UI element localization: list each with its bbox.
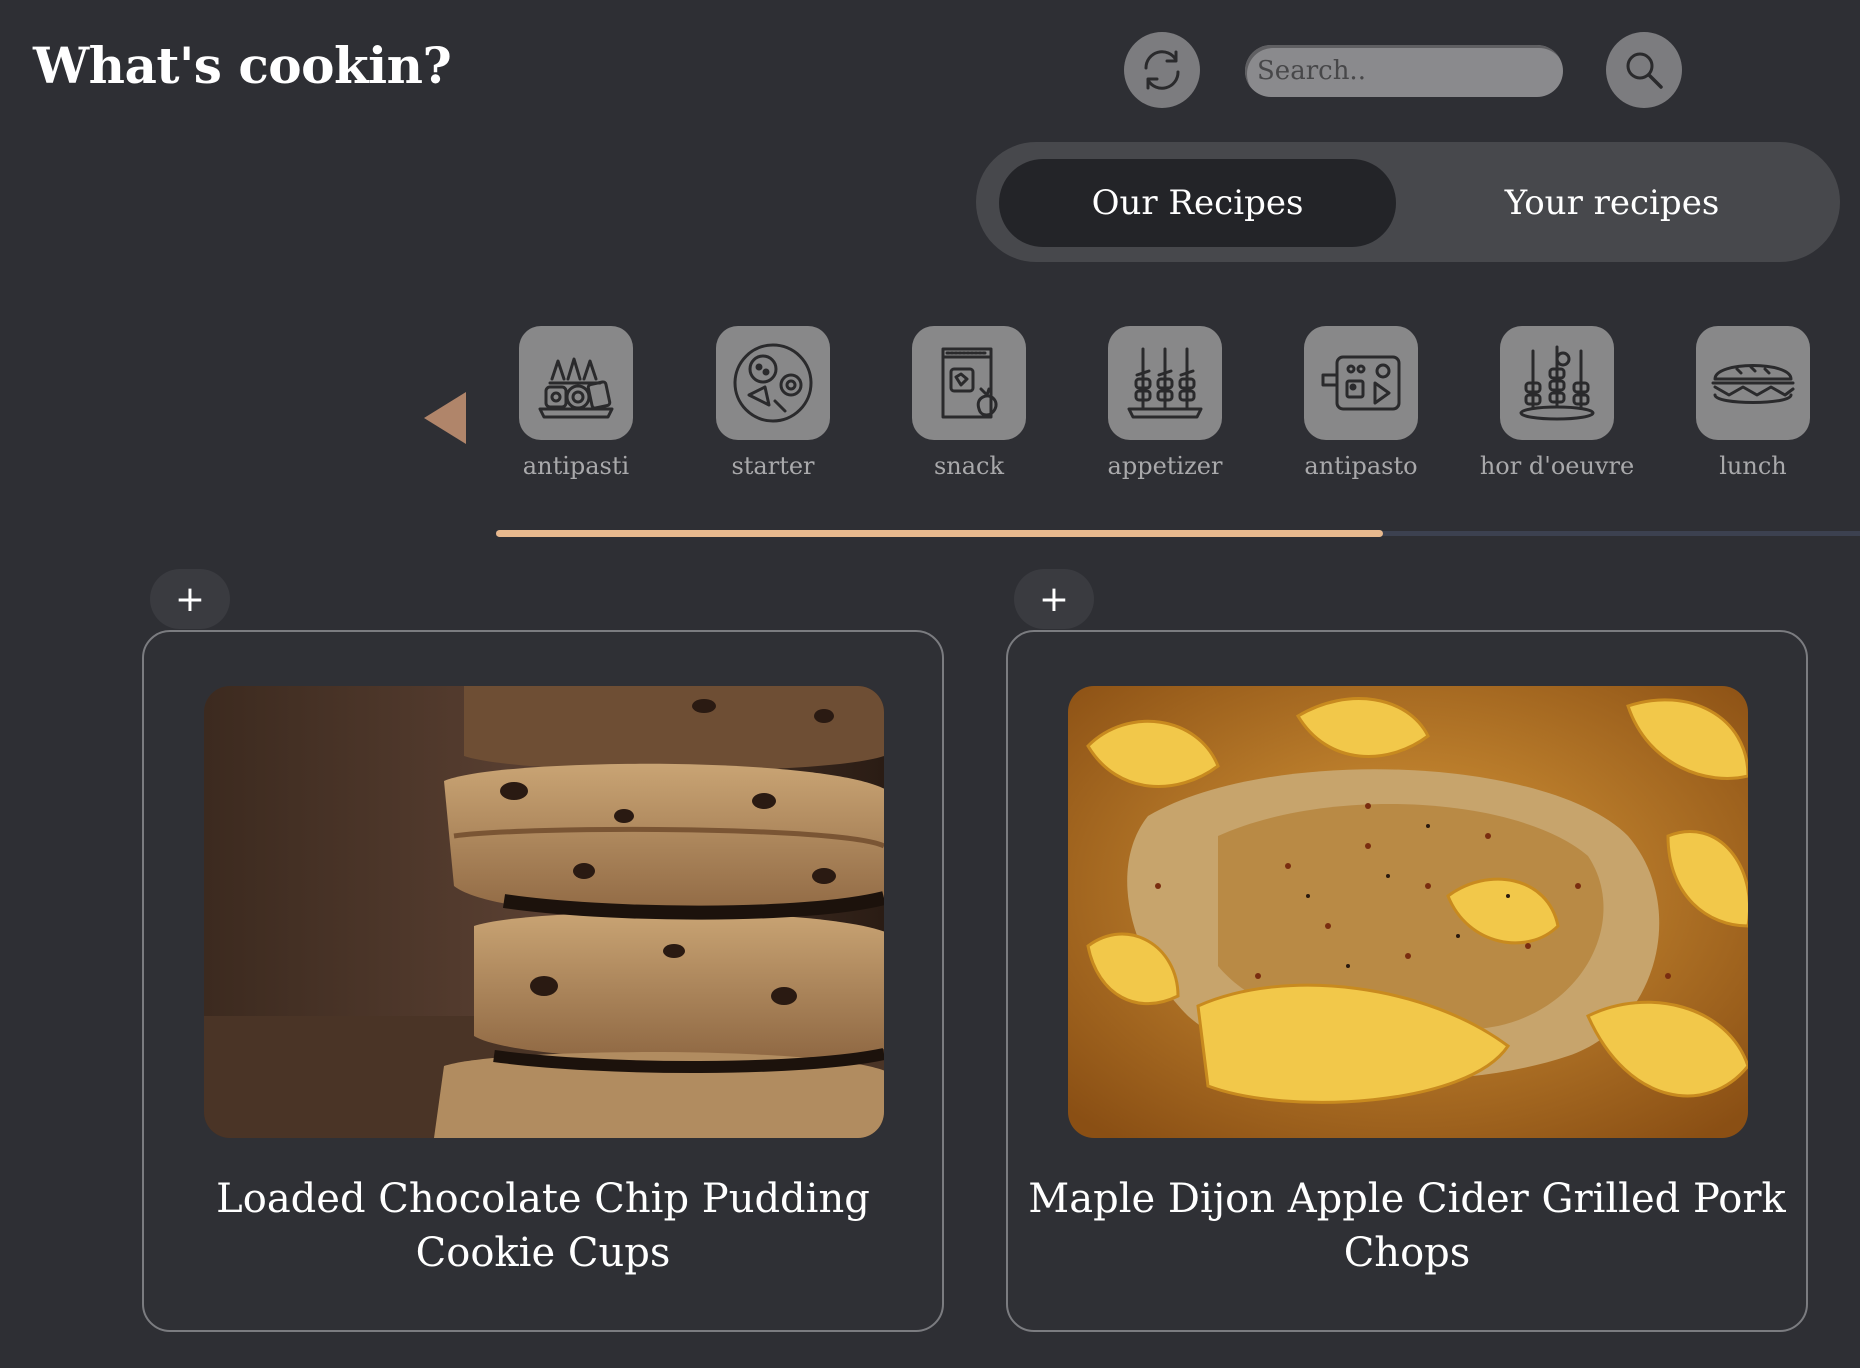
category-scroll-thumb[interactable] (496, 530, 1383, 537)
cookies-photo (204, 686, 884, 1138)
category-label: lunch (1719, 452, 1787, 480)
refresh-icon (1144, 50, 1180, 90)
recipe-card[interactable]: Maple Dijon Apple Cider Grilled Pork Cho… (1006, 630, 1808, 1332)
category-antipasti[interactable]: antipasti (501, 326, 651, 480)
category-snack[interactable]: snack (894, 326, 1044, 480)
category-label: hor d'oeuvre (1479, 452, 1635, 480)
refresh-button[interactable] (1124, 32, 1200, 108)
recipe-card[interactable]: Loaded Chocolate Chip Pudding Cookie Cup… (142, 630, 944, 1332)
antipasti-platter-icon (538, 357, 614, 419)
snack-bag-icon (941, 347, 998, 419)
add-recipe-button[interactable]: + (1014, 569, 1094, 629)
category-antipasto[interactable]: antipasto (1286, 326, 1436, 480)
sandwich-icon (1711, 364, 1795, 404)
pork-chops-photo (1068, 686, 1748, 1138)
recipe-title: Maple Dijon Apple Cider Grilled Pork Cho… (1028, 1176, 1786, 1276)
search-button[interactable] (1606, 32, 1682, 108)
category-label: starter (731, 452, 815, 480)
recipe-image[interactable] (1068, 686, 1748, 1138)
cutting-board-icon (1321, 355, 1401, 411)
category-lunch[interactable]: lunch (1678, 326, 1828, 480)
category-appetizer[interactable]: appetizer (1090, 326, 1240, 480)
skewers-icon (1127, 347, 1203, 419)
add-recipe-button[interactable]: + (150, 569, 230, 629)
search-input[interactable] (1245, 45, 1563, 97)
search-icon (1626, 52, 1663, 89)
category-label: snack (933, 452, 1005, 480)
app-title: What's cookin? (33, 36, 452, 95)
category-prev-button[interactable] (424, 392, 466, 444)
recipe-image[interactable] (204, 686, 884, 1138)
category-starter[interactable]: starter (698, 326, 848, 480)
tab-our-recipes[interactable]: Our Recipes (999, 159, 1396, 247)
tab-your-recipes[interactable]: Your recipes (1406, 159, 1818, 247)
starter-plate-icon (733, 343, 813, 423)
category-label: antipasti (522, 452, 630, 480)
category-label: antipasto (1304, 452, 1418, 480)
canape-tray-icon (1519, 345, 1595, 421)
category-hors-doeuvre[interactable]: hor d'oeuvre (1479, 326, 1635, 480)
recipe-title: Loaded Chocolate Chip Pudding Cookie Cup… (216, 1176, 870, 1276)
recipe-source-tabs: Our Recipes Your recipes (976, 142, 1840, 262)
category-label: appetizer (1107, 452, 1223, 480)
